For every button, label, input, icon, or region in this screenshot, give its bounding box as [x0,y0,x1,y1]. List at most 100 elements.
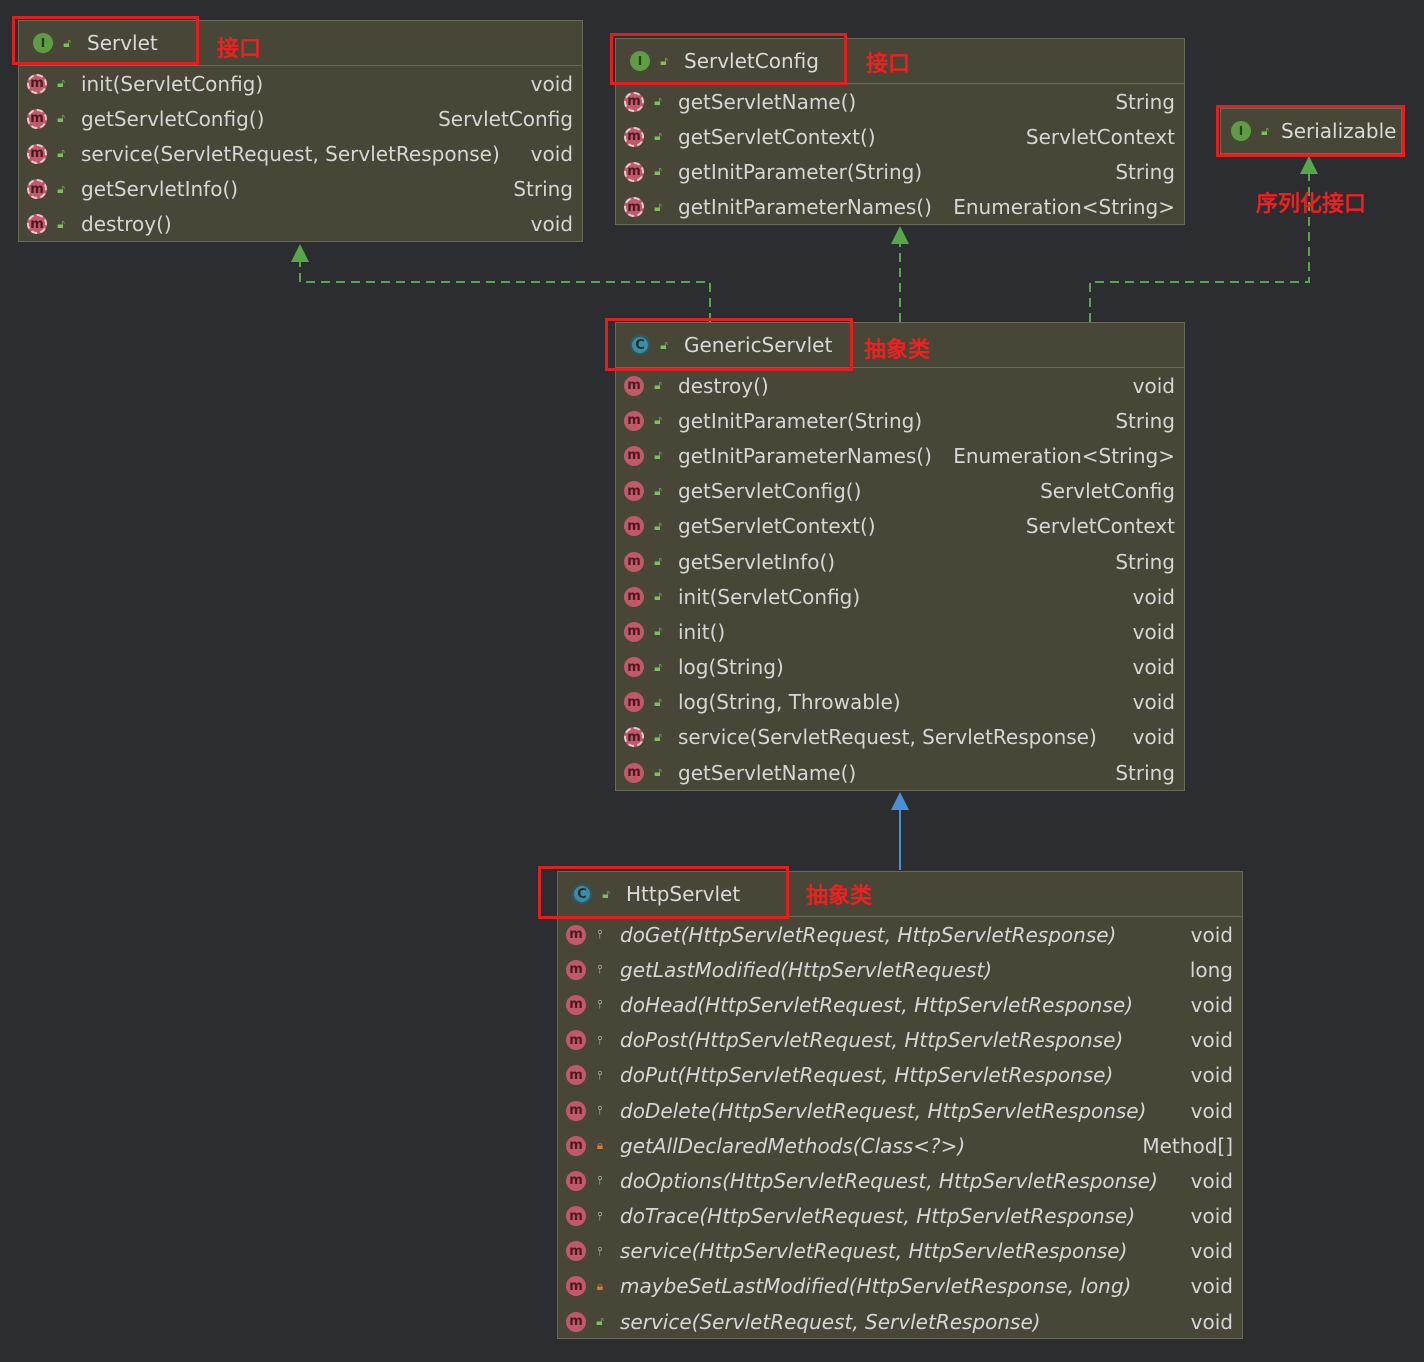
httpservlet-methods: m ⫯ doGet(HttpServletRequest, HttpServletR… [558,917,1242,1339]
serializable-annotation: 序列化接口 [1256,192,1367,217]
method-return-type: void [1190,922,1233,947]
genericservlet-annotation: 抽象类 [864,338,931,363]
httpservlet-node[interactable]: C 🔓︎ HttpServlet m ⫯ doGet(HttpServletReques… [557,871,1243,1339]
protected-key-icon: ⫯ [597,1173,603,1188]
method-name: getInitParameterNames() [678,443,932,468]
method-row[interactable]: m ⫯ doHead(HttpServletRequest, HttpServlet… [558,987,1242,1022]
arrowhead-genericservlet [891,792,909,810]
method-row[interactable]: m ⫯ service(HttpServletRequest, HttpServle… [558,1234,1242,1269]
abstract-method-icon: m [624,197,644,218]
method-row[interactable]: m ⫯ doDelete(HttpServletRequest, HttpServl… [558,1093,1242,1128]
method-row[interactable]: m 🔓︎ init() void [616,614,1184,649]
method-row[interactable]: m 🔒︎ maybeSetLastModified(HttpServletRespo… [558,1269,1242,1304]
public-lock-icon: 🔓︎ [57,181,65,196]
method-name: log(String, Throwable) [678,690,901,715]
method-name: service(ServletRequest, ServletResponse) [620,1309,1041,1334]
method-row[interactable]: m 🔓︎ getServletInfo() String [616,544,1184,579]
serializable-highlight-box [1216,105,1405,157]
method-name: getLastModified(HttpServletRequest) [620,957,993,982]
method-row[interactable]: m 🔓︎ getServletConfig() ServletConfig [616,474,1184,509]
abstract-method-icon: m [27,73,47,94]
method-icon: m [566,994,586,1015]
public-lock-icon: 🔓︎ [654,448,662,463]
method-row[interactable]: m 🔓︎ getServletName() String [616,755,1184,790]
method-row[interactable]: m 🔓︎ service(ServletRequest, ServletRespon… [558,1304,1242,1339]
method-return-type: ServletContext [1025,514,1175,539]
servletconfig-highlight-box [610,33,847,85]
method-name: init(ServletConfig) [81,71,264,96]
method-name: doDelete(HttpServletRequest, HttpServlet… [620,1098,1147,1123]
servletconfig-methods: m 🔓︎ getServletName() String m 🔓︎ getServletCo… [616,84,1184,225]
method-name: doPut(HttpServletRequest, HttpServletRes… [620,1063,1114,1088]
genericservlet-highlight-box [605,318,853,371]
method-icon: m [624,410,644,431]
method-row[interactable]: m 🔓︎ init(ServletConfig) void [616,579,1184,614]
public-lock-icon: 🔓︎ [654,378,662,393]
method-name: getServletInfo() [678,549,836,574]
method-row[interactable]: m 🔓︎ getServletInfo() String [19,172,582,207]
method-row[interactable]: m ⫯ doPost(HttpServletRequest, HttpServlet… [558,1023,1242,1058]
method-name: service(ServletRequest, ServletResponse) [81,141,500,166]
method-name: doOptions(HttpServletRequest, HttpServle… [620,1168,1158,1193]
method-name: maybeSetLastModified(HttpServletResponse… [620,1274,1132,1299]
method-return-type: String [513,177,573,202]
public-lock-icon: 🔓︎ [654,94,662,109]
method-row[interactable]: m 🔓︎ service(ServletRequest, ServletRespon… [19,136,582,171]
method-row[interactable]: m 🔓︎ init(ServletConfig) void [19,66,582,101]
method-row[interactable]: m 🔓︎ getInitParameterNames() Enumeration<St… [616,438,1184,473]
method-row[interactable]: m 🔓︎ getInitParameter(String) String [616,154,1184,189]
method-row[interactable]: m ⫯ doOptions(HttpServletRequest, HttpServ… [558,1163,1242,1198]
arrowhead-serializable [1300,156,1318,174]
method-icon: m [624,516,644,537]
method-row[interactable]: m 🔓︎ getServletConfig() ServletConfig [19,101,582,136]
method-return-type: String [1115,760,1175,785]
abstract-method-icon: m [27,108,47,129]
method-icon: m [566,1135,586,1156]
method-name: getAllDeclaredMethods(Class<?>) [620,1133,966,1158]
method-icon: m [566,1241,586,1262]
method-icon: m [624,481,644,502]
method-row[interactable]: m ⫯ doGet(HttpServletRequest, HttpServletR… [558,917,1242,952]
method-row[interactable]: m 🔓︎ destroy() void [616,368,1184,403]
method-return-type: void [1132,373,1175,398]
method-row[interactable]: m 🔓︎ destroy() void [19,207,582,242]
method-row[interactable]: m 🔓︎ log(String) void [616,650,1184,685]
abstract-method-icon: m [624,126,644,147]
genericservlet-node[interactable]: C 🔓︎ GenericServlet m 🔓︎ destroy() void m 🔓︎ get… [615,322,1185,791]
method-return-type: ServletContext [1025,124,1175,149]
method-return-type: void [1132,655,1175,680]
method-row[interactable]: m 🔓︎ getServletContext() ServletContext [616,509,1184,544]
method-name: service(ServletRequest, ServletResponse) [678,725,1097,750]
method-row[interactable]: m ⫯ getLastModified(HttpServletRequest) lon… [558,952,1242,987]
method-row[interactable]: m 🔓︎ log(String, Throwable) void [616,685,1184,720]
method-icon: m [566,959,586,980]
method-row[interactable]: m 🔒︎ getAllDeclaredMethods(Class<?>) Method… [558,1128,1242,1163]
method-row[interactable]: m 🔓︎ service(ServletRequest, ServletRespon… [616,720,1184,755]
public-lock-icon: 🔓︎ [57,111,65,126]
method-name: service(HttpServletRequest, HttpServletR… [620,1239,1128,1264]
servlet-annotation: 接口 [217,37,262,62]
method-row[interactable]: m ⫯ doPut(HttpServletRequest, HttpServletR… [558,1058,1242,1093]
public-lock-icon: 🔓︎ [654,164,662,179]
protected-key-icon: ⫯ [597,1032,603,1047]
method-row[interactable]: m 🔓︎ getInitParameterNames() Enumeration<St… [616,190,1184,225]
public-lock-icon: 🔓︎ [596,1314,604,1329]
method-row[interactable]: m 🔓︎ getServletContext() ServletContext [616,119,1184,154]
public-lock-icon: 🔓︎ [654,129,662,144]
method-icon: m [566,1170,586,1191]
method-name: init() [678,619,726,644]
method-row[interactable]: m ⫯ doTrace(HttpServletRequest, HttpServle… [558,1199,1242,1234]
method-name: getInitParameter(String) [678,408,923,433]
method-return-type: void [1190,1239,1233,1264]
method-name: getServletContext() [678,514,876,539]
method-icon: m [624,586,644,607]
method-name: getServletConfig() [81,106,265,131]
method-return-type: void [1190,1063,1233,1088]
public-lock-icon: 🔓︎ [654,483,662,498]
method-row[interactable]: m 🔓︎ getInitParameter(String) String [616,403,1184,438]
method-name: getServletName() [678,760,857,785]
method-row[interactable]: m 🔓︎ getServletName() String [616,84,1184,119]
public-lock-icon: 🔓︎ [57,216,65,231]
protected-key-icon: ⫯ [597,1243,603,1258]
method-return-type: Method[] [1142,1133,1233,1158]
